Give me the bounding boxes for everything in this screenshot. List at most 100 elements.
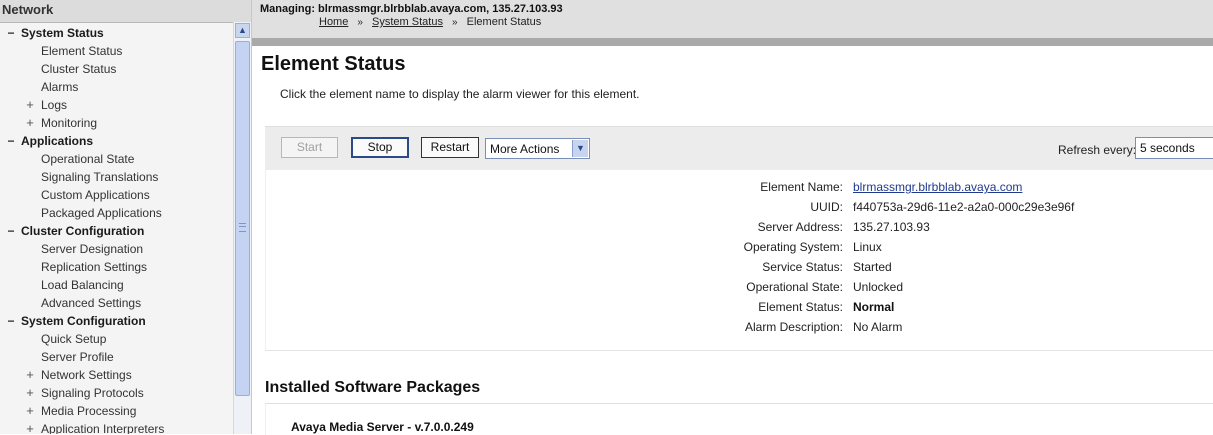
nav-label: Server Designation	[41, 242, 144, 256]
nav-label: Alarms	[41, 80, 79, 94]
detail-value: Unlocked	[853, 280, 904, 294]
detail-row: Operational State: Unlocked	[266, 280, 1213, 300]
refresh-interval-select[interactable]: 5 seconds	[1135, 137, 1213, 159]
detail-value: f440753a-29d6-11e2-a2a0-000c29e3e96f	[853, 200, 1075, 214]
nav-label: Applications	[21, 134, 94, 148]
element-name-link[interactable]: blrmassmgr.blrbblab.avaya.com	[853, 180, 1022, 194]
nav-label: Advanced Settings	[41, 296, 142, 310]
nav-item[interactable]: + Monitoring	[0, 114, 233, 132]
nav-item[interactable]: Element Status	[0, 42, 233, 60]
refresh-label: Refresh every:	[1058, 143, 1137, 157]
nav-label: Element Status	[41, 44, 123, 58]
breadcrumb-home[interactable]: Home	[319, 16, 348, 28]
nav-item[interactable]: + Media Processing	[0, 402, 233, 420]
managing-label: Managing: blrmassmgr.blrbblab.avaya.com,…	[260, 3, 563, 15]
nav-tree: − System Status Element Status Cluster Stat…	[0, 24, 233, 434]
minus-icon[interactable]: −	[5, 24, 17, 42]
main-content: Managing: blrmassmgr.blrbblab.avaya.com,…	[252, 0, 1213, 435]
nav-group[interactable]: − Cluster Configuration	[0, 222, 233, 240]
stop-button[interactable]: Stop	[351, 137, 409, 158]
start-button[interactable]: Start	[281, 137, 338, 158]
header-bar: Managing: blrmassmgr.blrbblab.avaya.com,…	[252, 0, 1213, 38]
chevron-up-icon[interactable]: ▲	[235, 23, 250, 38]
plus-icon[interactable]: +	[24, 420, 36, 434]
nav-item[interactable]: Custom Applications	[0, 186, 233, 204]
page-description: Click the element name to display the al…	[280, 87, 640, 101]
nav-item[interactable]: Quick Setup	[0, 330, 233, 348]
detail-row: UUID: f440753a-29d6-11e2-a2a0-000c29e3e96…	[266, 200, 1213, 220]
detail-row: Service Status: Started	[266, 260, 1213, 280]
refresh-interval-value: 5 seconds	[1140, 141, 1195, 155]
nav-group[interactable]: − System Status	[0, 24, 233, 42]
nav-label: System Status	[21, 26, 104, 40]
page-title: Element Status	[261, 53, 406, 75]
detail-row: Element Name: blrmassmgr.blrbblab.avaya.c…	[266, 180, 1213, 200]
nav-label: Packaged Applications	[41, 206, 162, 220]
plus-icon[interactable]: +	[24, 96, 36, 114]
nav-label: Cluster Configuration	[21, 224, 145, 238]
nav-item[interactable]: Operational State	[0, 150, 233, 168]
nav-label: Network Settings	[41, 368, 132, 382]
nav-item[interactable]: Advanced Settings	[0, 294, 233, 312]
plus-icon[interactable]: +	[24, 366, 36, 384]
detail-row: Operating System: Linux	[266, 240, 1213, 260]
nav-item[interactable]: Signaling Translations	[0, 168, 233, 186]
breadcrumb-current: Element Status	[466, 16, 542, 28]
nav-item[interactable]: Server Profile	[0, 348, 233, 366]
detail-label: Operating System:	[743, 240, 843, 254]
plus-icon[interactable]: +	[24, 384, 36, 402]
nav-label: Monitoring	[41, 116, 98, 130]
detail-row: Server Address: 135.27.103.93	[266, 220, 1213, 240]
nav-label: Quick Setup	[41, 332, 107, 346]
element-details: Element Name: blrmassmgr.blrbblab.avaya.c…	[265, 169, 1213, 351]
scrollbar-thumb[interactable]	[235, 41, 250, 396]
more-actions-select[interactable]: More Actions ▼	[485, 138, 590, 159]
minus-icon[interactable]: −	[5, 132, 17, 150]
nav-item[interactable]: Replication Settings	[0, 258, 233, 276]
nav-item[interactable]: + Logs	[0, 96, 233, 114]
detail-label: Alarm Description:	[744, 320, 843, 334]
nav-label: Signaling Protocols	[41, 386, 144, 400]
nav-label: Signaling Translations	[41, 170, 159, 184]
minus-icon[interactable]: −	[5, 222, 17, 240]
nav-item[interactable]: Alarms	[0, 78, 233, 96]
nav-label: System Configuration	[21, 314, 146, 328]
breadcrumb: Home » System Status » Element Status	[319, 16, 541, 28]
detail-label: Element Status:	[758, 300, 843, 314]
detail-value: Linux	[853, 240, 882, 254]
nav-scrollbar[interactable]: ▲	[233, 22, 251, 434]
grip-icon	[239, 223, 246, 232]
breadcrumb-system-status[interactable]: System Status	[372, 16, 443, 28]
nav-group[interactable]: − System Configuration	[0, 312, 233, 330]
minus-icon[interactable]: −	[5, 312, 17, 330]
nav-label: Replication Settings	[41, 260, 148, 274]
detail-label: Service Status:	[762, 260, 843, 274]
nav-item[interactable]: + Application Interpreters	[0, 420, 233, 434]
navigation-panel: Network − System Status Element Status Clus…	[0, 0, 252, 434]
plus-icon[interactable]: +	[24, 402, 36, 420]
detail-label: Element Name:	[760, 180, 843, 194]
detail-label: Server Address:	[757, 220, 843, 234]
nav-item[interactable]: + Network Settings	[0, 366, 233, 384]
restart-button[interactable]: Restart	[421, 137, 479, 158]
detail-label: Operational State:	[746, 280, 843, 294]
nav-item[interactable]: Load Balancing	[0, 276, 233, 294]
packages-list: Avaya Media Server - v.7.0.0.249	[265, 403, 1213, 435]
plus-icon[interactable]: +	[24, 114, 36, 132]
nav-label: Custom Applications	[41, 188, 150, 202]
nav-item[interactable]: Packaged Applications	[0, 204, 233, 222]
breadcrumb-separator: »	[452, 17, 458, 28]
nav-item[interactable]: Cluster Status	[0, 60, 233, 78]
nav-item[interactable]: + Signaling Protocols	[0, 384, 233, 402]
nav-label: Operational State	[41, 152, 135, 166]
packages-section-title: Installed Software Packages	[265, 379, 481, 396]
nav-label: Media Processing	[41, 404, 137, 418]
nav-label: Server Profile	[41, 350, 114, 364]
nav-item[interactable]: Server Designation	[0, 240, 233, 258]
nav-title: Network	[0, 0, 251, 23]
more-actions-value: More Actions	[490, 142, 560, 156]
nav-group[interactable]: − Applications	[0, 132, 233, 150]
action-toolbar: Start Stop Restart More Actions ▼ Refres…	[265, 126, 1213, 170]
chevron-down-icon[interactable]: ▼	[572, 140, 588, 157]
nav-label: Load Balancing	[41, 278, 124, 292]
